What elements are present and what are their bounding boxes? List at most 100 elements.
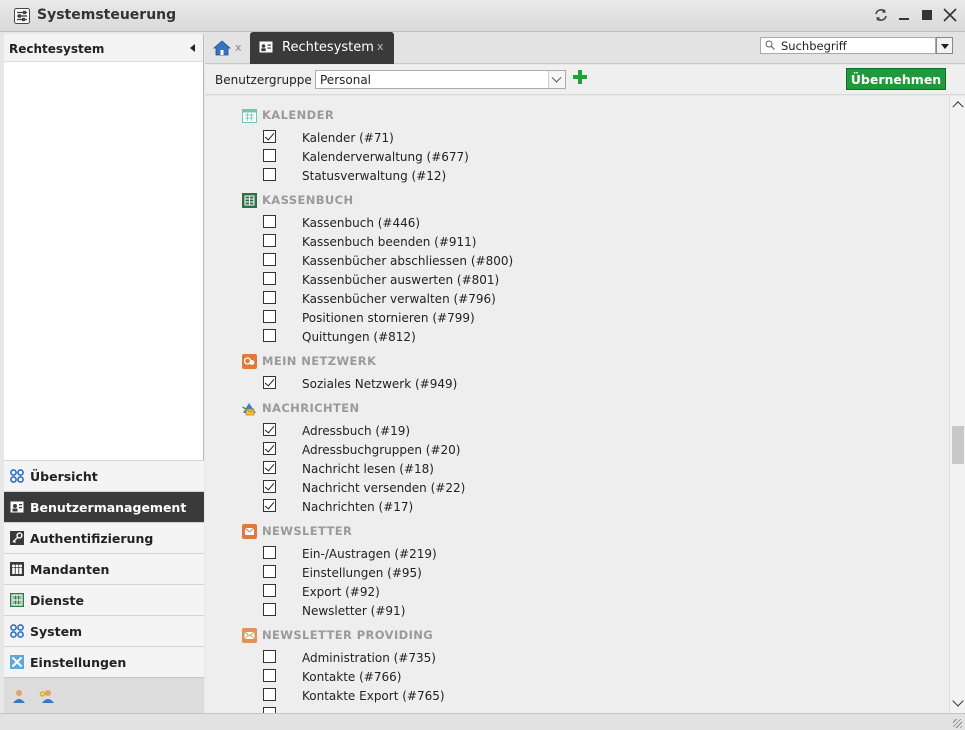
network-icon	[242, 354, 257, 369]
toolbar: Benutzergruppe Personal Übernehmen	[205, 65, 965, 95]
permission-label: Kassenbücher abschliessen (#800)	[302, 254, 514, 268]
sidebar-item-label: Einstellungen	[30, 655, 127, 670]
permission-label: Kassenbuch (#446)	[302, 216, 421, 230]
permission-checkbox[interactable]	[263, 669, 276, 682]
permission-row: Administration (#735)	[263, 648, 663, 667]
sidebar-item-label: Benutzermanagement	[30, 500, 187, 515]
permission-checkbox[interactable]	[263, 130, 276, 143]
permission-label: Kontakte Export (#765)	[302, 689, 445, 703]
permission-checkbox[interactable]	[263, 423, 276, 436]
minimize-icon[interactable]	[896, 7, 912, 23]
sidebar-item-mandanten[interactable]: Mandanten	[4, 553, 204, 584]
permission-label: Administration (#735)	[302, 651, 436, 665]
permission-row: Kassenbuch (#446)	[263, 213, 663, 232]
collapse-sidebar-icon[interactable]	[190, 44, 195, 52]
sidebar-footer	[4, 677, 204, 714]
permission-checkbox[interactable]	[263, 149, 276, 162]
permission-checkbox[interactable]	[263, 215, 276, 228]
permission-label: Adressbuch (#19)	[302, 424, 411, 438]
user-group-select[interactable]: Personal	[315, 70, 566, 89]
calendar-icon	[242, 109, 257, 123]
permission-checkbox[interactable]	[263, 584, 276, 597]
sidebar-item-system[interactable]: System	[4, 615, 204, 646]
permission-checkbox[interactable]	[263, 376, 276, 389]
vertical-scrollbar[interactable]	[949, 96, 965, 713]
search-dropdown-button[interactable]	[936, 37, 953, 54]
user-group-label: Benutzergruppe	[215, 73, 312, 87]
sidebar-item-uebersicht[interactable]: Übersicht	[4, 460, 204, 491]
permission-checkbox[interactable]	[263, 565, 276, 578]
permission-row	[263, 705, 663, 713]
scroll-down-icon[interactable]	[952, 695, 964, 707]
scrollbar-thumb[interactable]	[952, 426, 964, 464]
sidebar-item-authentifizierung[interactable]: Authentifizierung	[4, 522, 204, 553]
tools-icon	[10, 655, 24, 669]
permission-checkbox[interactable]	[263, 650, 276, 663]
permission-label: Newsletter (#91)	[302, 604, 406, 618]
permission-checkbox[interactable]	[263, 329, 276, 342]
key-icon	[10, 531, 24, 545]
permission-row: Newsletter (#91)	[263, 601, 663, 620]
sidebar-nav: Übersicht Benutzermanagement Authentifiz…	[4, 460, 204, 677]
permission-checkbox[interactable]	[263, 310, 276, 323]
user-icon[interactable]	[11, 688, 27, 704]
chevron-down-icon[interactable]	[548, 71, 565, 88]
status-bar	[0, 713, 965, 730]
permission-checkbox[interactable]	[263, 234, 276, 247]
control-panel-icon	[14, 8, 30, 24]
permission-checkbox[interactable]	[263, 546, 276, 559]
permission-row: Kalenderverwaltung (#677)	[263, 147, 663, 166]
services-icon	[10, 593, 24, 607]
cluster-icon	[10, 469, 24, 483]
sidebar-item-label: Dienste	[30, 593, 84, 608]
permission-checkbox[interactable]	[263, 603, 276, 616]
tab-rechtesystem[interactable]: Rechtesystem x	[250, 32, 394, 64]
add-group-icon[interactable]	[572, 69, 588, 85]
permission-checkbox[interactable]	[263, 272, 276, 285]
refresh-icon[interactable]	[873, 7, 889, 23]
sidebar-item-dienste[interactable]: Dienste	[4, 584, 204, 615]
permission-checkbox[interactable]	[263, 461, 276, 474]
search-box	[760, 37, 936, 54]
permission-checkbox[interactable]	[263, 168, 276, 181]
permission-row: Kassenbuch beenden (#911)	[263, 232, 663, 251]
users-admin-icon	[10, 501, 24, 513]
permission-checkbox[interactable]	[263, 291, 276, 304]
permission-label: Export (#92)	[302, 585, 380, 599]
tab-home[interactable]: x	[211, 38, 247, 60]
permission-label: Ein-/Austragen (#219)	[302, 547, 437, 561]
maximize-icon[interactable]	[919, 7, 935, 23]
category-title: NEWSLETTER	[262, 524, 353, 538]
search-input[interactable]	[781, 38, 931, 53]
tab-close-icon[interactable]: x	[235, 41, 242, 54]
permission-row: Quittungen (#812)	[263, 327, 663, 346]
permission-row: Statusverwaltung (#12)	[263, 166, 663, 185]
permission-label: Positionen stornieren (#799)	[302, 311, 475, 325]
tab-close-icon[interactable]: x	[377, 40, 384, 53]
permission-checkbox[interactable]	[263, 480, 276, 493]
user-key-icon[interactable]	[39, 688, 55, 704]
category-title: MEIN NETZWERK	[262, 354, 377, 368]
category-title: NACHRICHTEN	[262, 401, 360, 415]
permission-label: Nachricht lesen (#18)	[302, 462, 434, 476]
permission-label: Quittungen (#812)	[302, 330, 416, 344]
permission-checkbox[interactable]	[263, 253, 276, 266]
permission-row: Adressbuchgruppen (#20)	[263, 440, 663, 459]
category-title: NEWSLETTER PROVIDING	[262, 628, 434, 642]
permission-checkbox[interactable]	[263, 688, 276, 701]
apply-button[interactable]: Übernehmen	[846, 68, 946, 90]
close-icon[interactable]	[942, 7, 958, 23]
scroll-up-icon[interactable]	[952, 101, 964, 113]
permission-checkbox[interactable]	[263, 442, 276, 455]
window-title: Systemsteuerung	[37, 7, 177, 23]
permission-row: Positionen stornieren (#799)	[263, 308, 663, 327]
permission-label: Statusverwaltung (#12)	[302, 169, 447, 183]
sidebar-item-label: Übersicht	[30, 469, 98, 484]
resize-grip-icon[interactable]	[953, 719, 962, 728]
permission-checkbox[interactable]	[263, 499, 276, 512]
permission-label: Kassenbücher verwalten (#796)	[302, 292, 496, 306]
sidebar-item-benutzermanagement[interactable]: Benutzermanagement	[4, 491, 204, 522]
permission-row: Ein-/Austragen (#219)	[263, 544, 663, 563]
search-icon	[765, 40, 775, 50]
sidebar-item-einstellungen[interactable]: Einstellungen	[4, 646, 204, 677]
